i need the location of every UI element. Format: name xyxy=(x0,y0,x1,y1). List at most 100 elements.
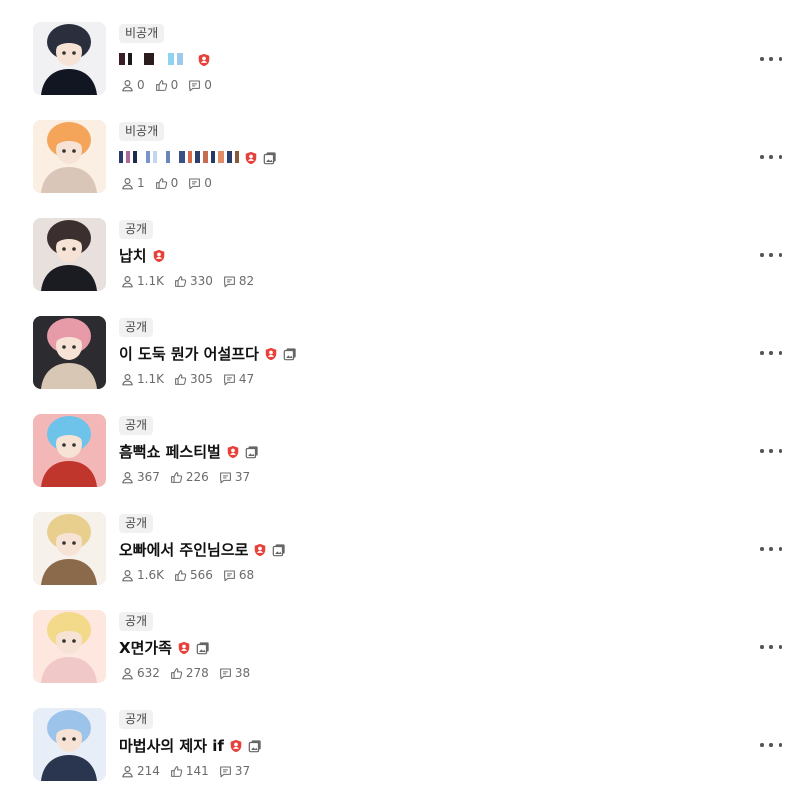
story-title[interactable]: X면가족 xyxy=(119,637,172,658)
like-icon xyxy=(174,373,187,386)
more-options-icon[interactable] xyxy=(760,52,782,66)
title-line: 납치 xyxy=(119,245,166,265)
like-count: 566 xyxy=(174,568,213,582)
comment-count-value: 38 xyxy=(234,666,251,680)
more-options-icon[interactable] xyxy=(760,444,782,458)
character-thumbnail[interactable] xyxy=(33,316,106,389)
character-thumbnail[interactable] xyxy=(33,512,106,585)
story-title[interactable]: 마법사의 제자 if xyxy=(119,735,224,756)
character-thumbnail[interactable] xyxy=(33,120,106,193)
story-title[interactable]: 오빠에서 주인님으로 xyxy=(119,539,248,560)
stats: 0 0 0 xyxy=(121,77,212,93)
story-list: 비공개 0 0 0 비공개 1 0 0 공개 납치 1.1K 330 82 공개 이 도둑 뭔가 어설프다 1… xyxy=(0,0,790,789)
like-count-value: 226 xyxy=(185,470,209,484)
visibility-badge: 공개 xyxy=(119,416,154,435)
gallery-icon xyxy=(263,150,277,165)
list-item[interactable]: 공개 마법사의 제자 if 214 141 37 xyxy=(0,708,790,784)
comment-icon xyxy=(219,667,232,680)
comment-icon xyxy=(219,471,232,484)
restricted-badge-icon xyxy=(264,346,278,361)
like-count-value: 330 xyxy=(189,274,213,288)
restricted-badge-icon xyxy=(177,640,191,655)
comment-count-value: 82 xyxy=(238,274,255,288)
restricted-badge-icon xyxy=(229,738,243,753)
user-icon xyxy=(121,275,134,288)
restricted-badge-icon xyxy=(253,542,267,557)
like-count: 226 xyxy=(170,470,209,484)
more-options-icon[interactable] xyxy=(760,248,782,262)
user-count: 1 xyxy=(121,176,145,190)
character-thumbnail[interactable] xyxy=(33,610,106,683)
character-thumbnail[interactable] xyxy=(33,414,106,487)
user-count-value: 1.1K xyxy=(137,274,164,288)
visibility-badge: 공개 xyxy=(119,710,154,729)
user-count-value: 1.6K xyxy=(137,568,164,582)
user-icon xyxy=(121,79,134,92)
like-count-value: 141 xyxy=(185,764,209,778)
restricted-badge-icon xyxy=(152,248,166,263)
comment-count-value: 37 xyxy=(234,470,251,484)
user-count-value: 632 xyxy=(137,666,160,680)
list-item[interactable]: 공개 이 도둑 뭔가 어설프다 1.1K 305 47 xyxy=(0,316,790,392)
visibility-badge: 비공개 xyxy=(119,24,165,43)
story-title[interactable]: 납치 xyxy=(119,245,147,266)
user-icon xyxy=(121,667,134,680)
stats: 1 0 0 xyxy=(121,175,212,191)
character-thumbnail[interactable] xyxy=(33,22,106,95)
title-line xyxy=(119,147,277,167)
list-item[interactable]: 공개 흠뻑쇼 페스티벌 367 226 37 xyxy=(0,414,790,490)
more-options-icon[interactable] xyxy=(760,640,782,654)
story-title[interactable]: 이 도둑 뭔가 어설프다 xyxy=(119,343,259,364)
gallery-icon xyxy=(283,346,297,361)
stats: 1.1K 305 47 xyxy=(121,371,254,387)
gallery-icon xyxy=(245,444,259,459)
like-count-value: 566 xyxy=(189,568,213,582)
more-options-icon[interactable] xyxy=(760,150,782,164)
comment-count: 0 xyxy=(188,176,212,190)
user-count: 214 xyxy=(121,764,160,778)
title-line: 마법사의 제자 if xyxy=(119,735,262,755)
comment-icon xyxy=(223,373,236,386)
like-count: 0 xyxy=(155,176,178,190)
like-count: 330 xyxy=(174,274,213,288)
title-line: 흠뻑쇼 페스티벌 xyxy=(119,441,259,461)
gallery-icon xyxy=(248,738,262,753)
visibility-badge: 공개 xyxy=(119,220,154,239)
list-item[interactable]: 공개오빠에서 주인님으로 1.6K 566 68 xyxy=(0,512,790,588)
list-item[interactable]: 비공개 0 0 0 xyxy=(0,22,790,98)
user-icon xyxy=(121,471,134,484)
more-options-icon[interactable] xyxy=(760,542,782,556)
list-item[interactable]: 비공개 1 0 0 xyxy=(0,120,790,196)
list-item[interactable]: 공개 X면가족 632 278 38 xyxy=(0,610,790,686)
comment-count-value: 0 xyxy=(204,78,212,92)
user-count: 632 xyxy=(121,666,160,680)
visibility-badge: 공개 xyxy=(119,612,154,631)
restricted-badge-icon xyxy=(226,444,240,459)
stats: 1.1K 330 82 xyxy=(121,273,254,289)
gallery-icon xyxy=(272,542,286,557)
restricted-badge-icon xyxy=(244,150,258,165)
list-item[interactable]: 공개납치 1.1K 330 82 xyxy=(0,218,790,294)
comment-count-value: 0 xyxy=(204,176,212,190)
user-icon xyxy=(121,177,134,190)
character-thumbnail[interactable] xyxy=(33,218,106,291)
like-count-value: 0 xyxy=(170,78,179,92)
title-line xyxy=(119,49,211,69)
visibility-badge: 공개 xyxy=(119,514,154,533)
comment-count: 37 xyxy=(219,470,250,484)
stats: 214 141 37 xyxy=(121,763,250,779)
user-icon xyxy=(121,765,134,778)
more-options-icon[interactable] xyxy=(760,346,782,360)
like-count: 141 xyxy=(170,764,209,778)
title-line: 오빠에서 주인님으로 xyxy=(119,539,286,559)
story-title[interactable]: 흠뻑쇼 페스티벌 xyxy=(119,441,221,462)
comment-count: 68 xyxy=(223,568,254,582)
like-icon xyxy=(155,177,168,190)
like-count: 0 xyxy=(155,78,179,92)
more-options-icon[interactable] xyxy=(760,738,782,752)
like-icon xyxy=(174,569,187,582)
character-thumbnail[interactable] xyxy=(33,708,106,781)
user-count-value: 1 xyxy=(137,176,145,190)
comment-count-value: 47 xyxy=(238,372,255,386)
user-count-value: 214 xyxy=(137,764,160,778)
